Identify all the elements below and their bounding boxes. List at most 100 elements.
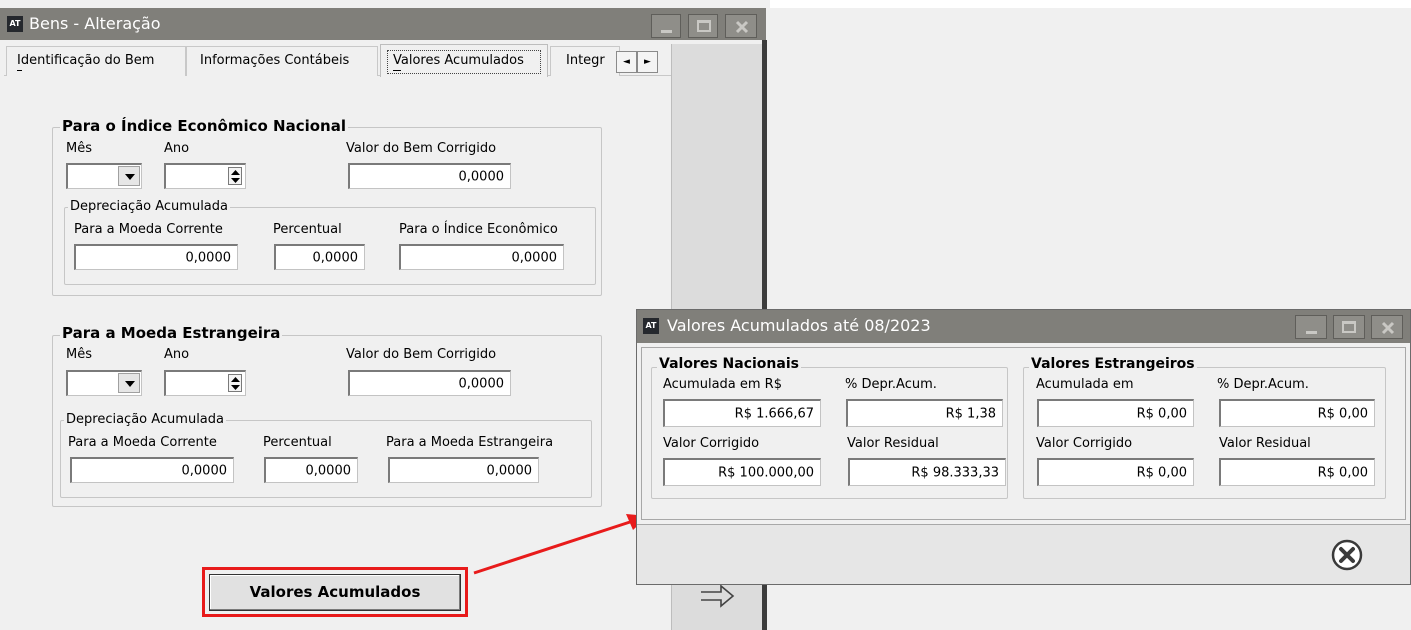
corrected-label: Valor Corrigido — [1036, 436, 1133, 451]
maximize-button[interactable] — [1333, 315, 1365, 339]
close-button[interactable] — [1371, 315, 1403, 339]
year-label: Ano — [164, 141, 190, 156]
accumulated-label: Acumulada em R$ — [663, 377, 782, 392]
close-button[interactable] — [725, 14, 757, 38]
button-label: Valores Acumulados — [249, 583, 421, 601]
field-value: 0,0000 — [458, 169, 505, 184]
economic-index-label: Para o Índice Econômico — [399, 222, 558, 237]
field-value: 0,0000 — [305, 463, 352, 478]
minimize-icon — [1306, 331, 1317, 334]
percent-label: Percentual — [273, 222, 342, 237]
field-value: R$ 0,00 — [1317, 406, 1368, 421]
field-value: R$ 98.333,33 — [911, 465, 999, 480]
spin-button[interactable] — [228, 374, 242, 392]
annotation-arrow — [473, 514, 648, 575]
window-title: Bens - Alteração — [29, 14, 161, 33]
field-value: 0,0000 — [458, 376, 505, 391]
current-currency-label: Para a Moeda Corrente — [74, 222, 223, 237]
depr-field[interactable]: R$ 0,00 — [1219, 399, 1375, 427]
foreign-currency-label: Para a Moeda Estrangeira — [386, 435, 554, 450]
spin-button[interactable] — [228, 167, 242, 185]
field-value: 0,0000 — [486, 463, 533, 478]
field-value: 0,0000 — [312, 250, 359, 265]
residual-label: Valor Residual — [1219, 436, 1311, 451]
field-value: R$ 0,00 — [1136, 465, 1187, 480]
group-national-values-legend: Valores Nacionais — [657, 356, 801, 372]
tab-label: Integr — [566, 53, 605, 68]
economic-index-field[interactable]: 0,0000 — [399, 244, 564, 270]
maximize-button[interactable] — [688, 14, 718, 38]
app-icon: AT — [643, 318, 659, 334]
group-national-legend: Para o Índice Econômico Nacional — [60, 117, 348, 135]
tab-label: Valores Acumulados — [393, 53, 524, 68]
percent-label: Percentual — [263, 435, 332, 450]
tab-integracao[interactable]: Integr — [550, 46, 620, 76]
percent-field[interactable]: 0,0000 — [274, 244, 365, 270]
spin-icon — [231, 170, 240, 183]
field-value: R$ 0,00 — [1136, 406, 1187, 421]
corrected-field[interactable]: R$ 0,00 — [1037, 458, 1194, 486]
corrected-field[interactable]: R$ 100.000,00 — [663, 458, 821, 486]
combo-dropdown-button[interactable] — [118, 166, 140, 186]
group-national-depreciation-legend: Depreciação Acumulada — [68, 199, 230, 214]
accumulated-label: Acumulada em — [1036, 377, 1134, 392]
accumulated-field[interactable]: R$ 1.666,67 — [663, 399, 821, 427]
close-icon — [1381, 321, 1395, 335]
year-label: Ano — [164, 347, 190, 362]
month-label: Mês — [66, 141, 92, 156]
tab-scroll-right-button[interactable]: ► — [637, 51, 658, 73]
depr-label: % Depr.Acum. — [845, 377, 937, 392]
corrected-value-field[interactable]: 0,0000 — [348, 163, 511, 189]
residual-label: Valor Residual — [847, 436, 939, 451]
corrected-value-label: Valor do Bem Corrigido — [346, 347, 497, 362]
field-value: 0,0000 — [181, 463, 228, 478]
group-foreign-values-legend: Valores Estrangeiros — [1029, 356, 1197, 372]
depr-field[interactable]: R$ 1,38 — [846, 399, 1003, 427]
tab-label: Informações Contábeis — [200, 53, 350, 68]
current-currency-label: Para a Moeda Corrente — [68, 435, 217, 450]
month-label: Mês — [66, 347, 92, 362]
dialog-footer — [637, 524, 1410, 584]
tab-label: Identificação do Bem — [17, 53, 155, 68]
field-value: R$ 1,38 — [945, 406, 996, 421]
tab-identificacao[interactable]: Identificação do Bem — [6, 46, 186, 76]
foreign-currency-field[interactable]: 0,0000 — [388, 457, 539, 483]
corrected-value-label: Valor do Bem Corrigido — [346, 141, 497, 156]
current-currency-field[interactable]: 0,0000 — [74, 244, 238, 270]
corrected-value-field[interactable]: 0,0000 — [348, 370, 511, 396]
combo-dropdown-button[interactable] — [118, 373, 140, 393]
residual-field[interactable]: R$ 98.333,33 — [848, 458, 1006, 486]
combo-arrow-icon — [125, 381, 135, 387]
minimize-button[interactable] — [651, 14, 681, 38]
accumulated-field[interactable]: R$ 0,00 — [1037, 399, 1194, 427]
group-foreign-legend: Para a Moeda Estrangeira — [60, 324, 283, 342]
tab-scroll-left-button[interactable]: ◄ — [616, 51, 637, 73]
maximize-icon — [1342, 321, 1356, 333]
residual-field[interactable]: R$ 0,00 — [1219, 458, 1375, 486]
accumulated-values-button[interactable]: Valores Acumulados — [209, 574, 461, 611]
field-value: R$ 100.000,00 — [718, 465, 814, 480]
year-spinbox[interactable] — [164, 163, 246, 189]
tab-informacoes-contabeis[interactable]: Informações Contábeis — [186, 46, 378, 76]
close-circle-icon[interactable] — [1331, 539, 1363, 571]
access-key-underline — [393, 70, 401, 71]
depr-label: % Depr.Acum. — [1217, 377, 1309, 392]
month-combobox[interactable] — [66, 370, 142, 396]
month-combobox[interactable] — [66, 163, 142, 189]
minimize-button[interactable] — [1295, 315, 1327, 339]
field-value: R$ 0,00 — [1317, 465, 1368, 480]
main-titlebar: AT Bens - Alteração — [0, 8, 766, 40]
spin-icon — [231, 377, 240, 390]
tab-valores-acumulados[interactable]: Valores Acumulados — [380, 44, 548, 77]
current-currency-field[interactable]: 0,0000 — [70, 457, 234, 483]
dialog-titlebar: AT Valores Acumulados até 08/2023 — [637, 310, 1410, 343]
dialog-title: Valores Acumulados até 08/2023 — [667, 316, 931, 335]
close-icon — [735, 20, 749, 34]
corrected-label: Valor Corrigido — [663, 436, 760, 451]
app-icon: AT — [7, 16, 23, 32]
access-key-underline — [17, 70, 22, 71]
field-value: 0,0000 — [511, 250, 558, 265]
percent-field[interactable]: 0,0000 — [264, 457, 358, 483]
field-value: R$ 1.666,67 — [734, 406, 814, 421]
year-spinbox[interactable] — [164, 370, 246, 396]
